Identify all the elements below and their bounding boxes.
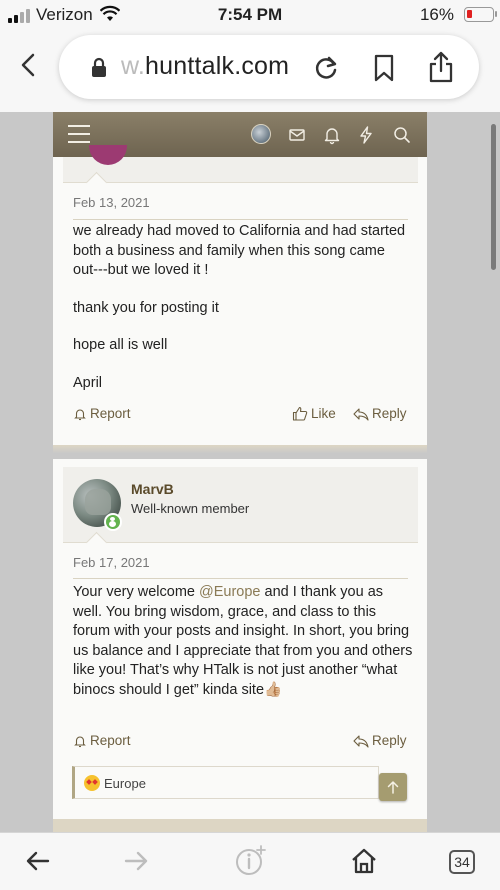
reaction-user[interactable]: Europe	[104, 776, 146, 791]
browser-bottom-bar: 34	[0, 832, 500, 890]
web-page: Feb 13, 2021 we already had moved to Cal…	[0, 112, 500, 832]
user-title: Well-known member	[131, 501, 250, 516]
reader-info-icon[interactable]	[234, 844, 268, 878]
search-icon[interactable]	[391, 124, 413, 146]
thumbs-up-icon	[292, 406, 308, 421]
heart-eyes-emoji-icon	[84, 775, 100, 791]
post-april: Feb 13, 2021 we already had moved to Cal…	[53, 145, 427, 445]
back-chevron-icon[interactable]	[14, 50, 44, 80]
post-marvb: MarvB Well-known member Feb 17, 2021 You…	[53, 459, 427, 831]
tabs-count-button[interactable]: 34	[449, 850, 475, 874]
username[interactable]: MarvB	[131, 481, 174, 497]
reply-button[interactable]: Reply	[353, 733, 407, 748]
post-paragraph: thank you for posting it	[73, 299, 219, 316]
post-date[interactable]: Feb 17, 2021	[73, 555, 150, 570]
post-date[interactable]: Feb 13, 2021	[73, 195, 150, 210]
page-scrollbar[interactable]	[491, 124, 496, 270]
forward-arrow-icon[interactable]	[122, 847, 150, 875]
post-body: Your very welcome @Europe and I thank yo…	[73, 584, 413, 698]
back-arrow-icon[interactable]	[24, 847, 52, 875]
reply-icon	[353, 407, 369, 421]
battery-percent: 16%	[419, 5, 454, 24]
user-mention-link[interactable]: @Europe	[199, 584, 260, 600]
url-bar[interactable]: w.hunttalk.com	[59, 35, 479, 99]
battery-icon	[464, 7, 497, 22]
reply-button[interactable]: Reply	[353, 406, 407, 421]
bell-icon[interactable]	[321, 124, 343, 146]
reactions-bar[interactable]: Europe	[72, 766, 379, 799]
post-paragraph: hope all is well	[73, 337, 168, 353]
reload-icon[interactable]	[313, 55, 339, 81]
post-paragraph: April	[73, 374, 103, 391]
scroll-to-top-button[interactable]	[379, 773, 407, 801]
status-bar: Verizon 7:54 PM 16%	[0, 0, 500, 30]
browser-toolbar: w.hunttalk.com	[0, 30, 500, 112]
like-button[interactable]: Like	[292, 406, 336, 421]
user-info-box: MarvB Well-known member	[63, 467, 418, 543]
bookmark-icon[interactable]	[372, 54, 396, 82]
post-body: we already had moved to California and h…	[73, 222, 413, 411]
bell-icon	[74, 735, 86, 747]
user-info-box	[63, 145, 418, 183]
report-button[interactable]: Report	[73, 406, 131, 421]
bell-icon	[74, 408, 86, 420]
menu-icon[interactable]	[68, 125, 90, 143]
report-button[interactable]: Report	[73, 733, 131, 748]
online-status-icon	[104, 513, 122, 531]
lock-icon	[92, 57, 106, 77]
url-text: w.hunttalk.com	[121, 52, 290, 80]
lightning-icon[interactable]	[355, 124, 377, 146]
reply-icon	[353, 734, 369, 748]
inbox-icon[interactable]	[286, 124, 308, 146]
post-paragraph: we already had moved to California and h…	[73, 223, 406, 278]
account-avatar[interactable]	[251, 124, 271, 144]
home-icon[interactable]	[350, 847, 378, 875]
share-icon[interactable]	[427, 51, 455, 83]
avatar[interactable]	[89, 145, 127, 165]
